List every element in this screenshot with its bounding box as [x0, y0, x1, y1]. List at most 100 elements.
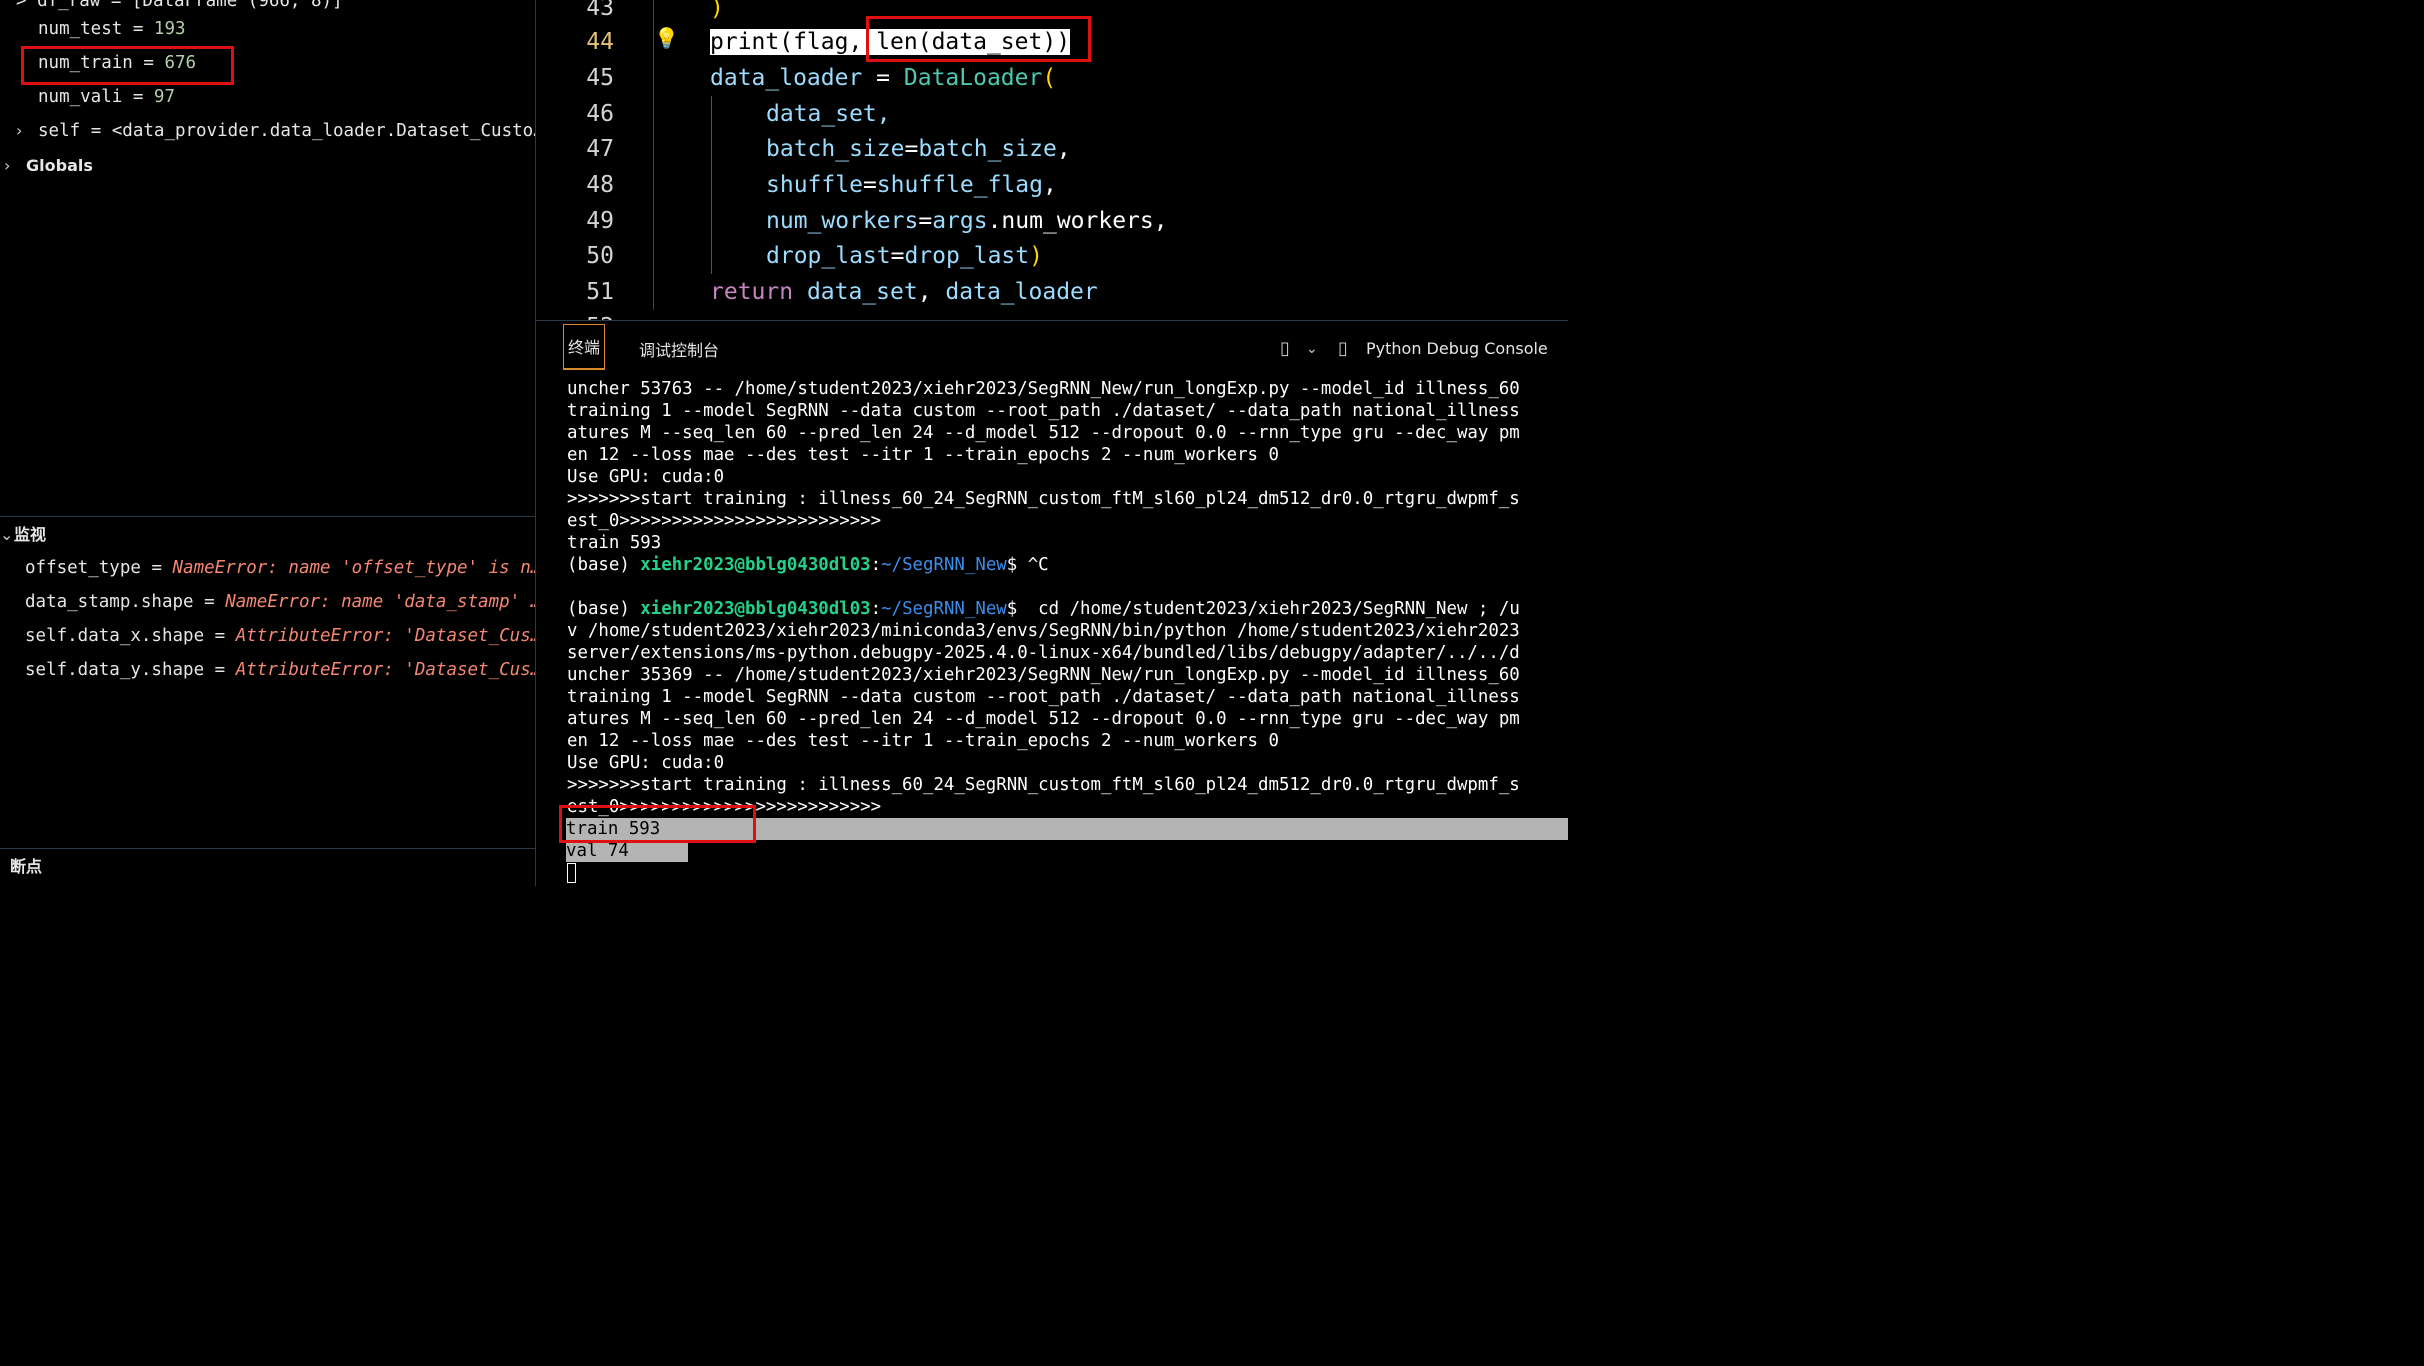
variable-name: self	[38, 121, 81, 141]
prompt-colon: :	[870, 599, 882, 619]
terminal-output[interactable]: uncher 53763 -- /home/student2023/xiehr2…	[536, 377, 1568, 886]
code-token: data_loader	[945, 279, 1098, 305]
watch-title: 监视	[14, 525, 47, 544]
tab-terminal[interactable]: 终端	[563, 324, 606, 370]
terminal-line: atures M --seq_len 60 --pred_len 24 --d_…	[567, 423, 1520, 443]
terminal-line: training 1 --model SegRNN --data custom …	[567, 401, 1520, 421]
code-token: drop_last	[904, 243, 1030, 269]
chevron-down-icon[interactable]: ⌄	[0, 518, 14, 552]
terminal-line: v /home/student2023/xiehr2023/miniconda3…	[567, 621, 1520, 641]
code-token: =	[904, 136, 919, 162]
prompt-path: ~/SegRNN_New	[881, 599, 1007, 619]
terminal-prompt: (base) xiehr2023@bblg0430dl03:~/SegRNN_N…	[567, 598, 1520, 620]
code-token: drop_last	[766, 243, 891, 269]
code-line-51: return data_set, data_loader	[710, 274, 1098, 310]
line-number: 43	[586, 0, 614, 21]
code-line-46: data_set,	[766, 96, 891, 132]
code-token: DataLoader	[903, 65, 1043, 91]
breakpoints-panel: 断点	[0, 849, 535, 886]
variable-value: 97	[153, 87, 175, 107]
watch-expression: offset_type	[25, 558, 141, 578]
terminal-instance-label[interactable]: Python Debug Console	[1366, 339, 1548, 358]
code-token: shuffle_flag	[876, 172, 1043, 198]
watch-value: NameError: name 'offset_type' is n…	[172, 558, 535, 578]
code-editor[interactable]: 43 44 45 46 47 48 49 50 51 52 💡 ) print(…	[536, 0, 1568, 320]
variable-value: 676	[164, 53, 197, 73]
breakpoints-header[interactable]: 断点	[10, 850, 540, 884]
watch-expression: self.data_y.shape	[25, 660, 205, 680]
terminal-line: uncher 35369 -- /home/student2023/xiehr2…	[567, 665, 1520, 685]
code-token: ,	[1042, 172, 1057, 198]
terminal-prompt: (base) xiehr2023@bblg0430dl03:~/SegRNN_N…	[567, 554, 1049, 576]
code-token: batch_size	[766, 136, 905, 162]
watch-item[interactable]: data_stamp.shape = NameError: name 'data…	[25, 585, 535, 619]
variable-df-raw-partial: > df_raw = [DataFrame (966, 8)]	[16, 0, 343, 11]
watch-value: AttributeError: 'Dataset_Cus…	[235, 626, 535, 646]
terminal-line: Use GPU: cuda:0	[567, 753, 725, 773]
variable-name: num_train	[38, 53, 133, 73]
code-token: =	[890, 243, 905, 269]
terminal-line: Use GPU: cuda:0	[567, 467, 725, 487]
prompt-command: $ cd /home/student2023/xiehr2023/SegRNN_…	[1006, 599, 1520, 619]
watch-item[interactable]: offset_type = NameError: name 'offset_ty…	[25, 551, 535, 585]
chevron-right-icon[interactable]: ›	[4, 149, 18, 183]
prompt-path: ~/SegRNN_New	[881, 555, 1007, 575]
code-line-44: print(flag, len(data_set))	[710, 24, 1071, 60]
globals-label: Globals	[26, 156, 93, 175]
code-token: (	[1042, 65, 1057, 91]
variable-name: num_vali	[38, 87, 123, 107]
watch-item[interactable]: self.data_y.shape = AttributeError: 'Dat…	[25, 653, 535, 687]
code-line-43: )	[710, 0, 724, 21]
code-line-50: drop_last=drop_last)	[766, 238, 1043, 274]
chevron-down-icon[interactable]: ⌄	[1306, 341, 1318, 357]
terminal-line: >>>>>>>start training : illness_60_24_Se…	[567, 489, 1520, 509]
terminal-selected-line: val 74	[566, 840, 688, 862]
terminal-line: est_0>>>>>>>>>>>>>>>>>>>>>>>>>	[567, 511, 882, 531]
prompt-user: xiehr2023@bblg0430dl03	[640, 555, 871, 575]
line-number: 49	[586, 208, 614, 234]
variable-name: num_test	[38, 19, 123, 39]
terminal-selected-line: train 593	[566, 818, 1568, 840]
line-number: 50	[586, 243, 614, 269]
code-token: =	[862, 172, 877, 198]
globals-scope[interactable]: › Globals	[4, 149, 534, 183]
prompt-prefix: (base)	[567, 599, 641, 619]
prompt-prefix: (base)	[567, 555, 641, 575]
code-token: return	[710, 279, 794, 305]
chevron-right-icon[interactable]: ›	[16, 114, 30, 148]
code-token: print(flag,	[710, 29, 863, 55]
line-number: 47	[586, 136, 614, 162]
split-panel-icon[interactable]: ▯	[1280, 338, 1290, 359]
code-token: data_set	[793, 279, 918, 305]
code-line-47: batch_size=batch_size,	[766, 131, 1071, 167]
code-line-49: num_workers=args.num_workers,	[766, 203, 1168, 239]
code-token: =	[862, 65, 904, 91]
terminal-line: training 1 --model SegRNN --data custom …	[567, 687, 1520, 707]
code-token: data_loader	[710, 65, 863, 91]
terminal-line: atures M --seq_len 60 --pred_len 24 --d_…	[567, 709, 1520, 729]
terminal-line: train 593	[567, 533, 662, 553]
panel-header: 终端 调试控制台 ▯ ⌄ ▯ Python Debug Console	[536, 320, 1568, 377]
terminal-line: en 12 --loss mae --des test --itr 1 --tr…	[567, 731, 1279, 751]
watch-expression: data_stamp.shape	[25, 592, 194, 612]
variable-row-num-test[interactable]: num_test = 193	[38, 12, 535, 46]
watch-expression: self.data_x.shape	[25, 626, 205, 646]
code-line-45: data_loader = DataLoader(	[710, 60, 1056, 96]
line-number: 45	[586, 65, 614, 91]
variable-value: <data_provider.data_loader.Dataset_Custo…	[111, 121, 535, 141]
line-number: 51	[586, 279, 614, 305]
code-token: .num_workers,	[987, 208, 1168, 234]
line-number: 52	[536, 309, 614, 320]
watch-item[interactable]: self.data_x.shape = AttributeError: 'Dat…	[25, 619, 535, 653]
code-token: batch_size	[918, 136, 1057, 162]
variable-row-num-vali[interactable]: num_vali = 97	[38, 80, 535, 114]
code-token: args	[932, 208, 988, 234]
terminal-cursor	[567, 863, 576, 883]
variables-panel: > df_raw = [DataFrame (966, 8)] num_test…	[0, 0, 535, 516]
code-token: num_workers	[766, 208, 919, 234]
lightbulb-icon[interactable]: 💡	[654, 26, 679, 50]
tab-debug-console[interactable]: 调试控制台	[639, 337, 719, 365]
variable-row-self[interactable]: › self = <data_provider.data_loader.Datas…	[16, 114, 535, 148]
watch-header[interactable]: ⌄监视	[0, 518, 530, 552]
variable-row-num-train[interactable]: num_train = 676	[38, 46, 535, 80]
